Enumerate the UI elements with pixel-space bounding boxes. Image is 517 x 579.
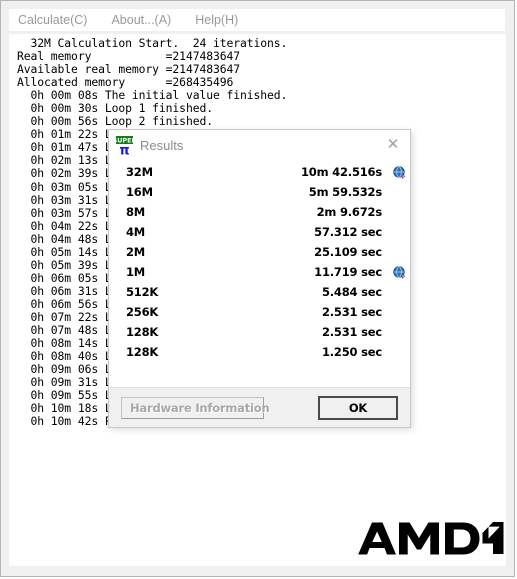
table-row[interactable]: 128K 2.531 sec — [109, 322, 410, 342]
result-time-value: 2.531 sec — [321, 305, 382, 319]
table-row[interactable]: 2M 25.109 sec — [109, 242, 410, 262]
table-row[interactable]: 128K 1.250 sec — [109, 342, 410, 362]
result-size-label: 4M — [126, 225, 146, 239]
result-size-label: 256K — [126, 305, 159, 319]
menu-help[interactable]: Help(H) — [195, 13, 238, 27]
globe-slot — [388, 265, 410, 279]
table-row[interactable]: 512K 5.484 sec — [109, 282, 410, 302]
result-size-label: 128K — [126, 345, 159, 359]
globe-slot — [388, 165, 410, 179]
table-row[interactable]: 16M 5m 59.532s — [109, 182, 410, 202]
result-size-label: 1M — [126, 265, 146, 279]
results-list: 32M 10m 42.516s 16M 5m 59.532s 8M 2m 9.6… — [109, 162, 410, 387]
globe-icon[interactable] — [392, 165, 406, 179]
result-size-label: 128K — [126, 325, 159, 339]
result-time-value: 11.719 sec — [314, 265, 382, 279]
svg-text:π: π — [119, 143, 129, 154]
super-pi-window: Calculate(C) About...(A) Help(H) 32M Cal… — [0, 0, 515, 577]
result-time-value: 2m 9.672s — [316, 205, 383, 219]
table-row[interactable]: 4M 57.312 sec — [109, 222, 410, 242]
menu-calculate[interactable]: Calculate(C) — [18, 13, 87, 27]
hardware-information-button[interactable]: Hardware Information — [121, 396, 270, 419]
close-icon[interactable]: ✕ — [382, 135, 404, 155]
table-row[interactable]: 256K 2.531 sec — [109, 302, 410, 322]
dialog-title: Results — [140, 137, 184, 153]
menu-bar: Calculate(C) About...(A) Help(H) — [9, 9, 505, 31]
result-size-label: 32M — [126, 165, 153, 179]
result-size-label: 16M — [126, 185, 153, 199]
superpi-icon: SUPER π — [116, 135, 133, 155]
result-time-value: 10m 42.516s — [300, 165, 382, 179]
table-row[interactable]: 1M 11.719 sec — [109, 262, 410, 282]
table-row[interactable]: 32M 10m 42.516s — [109, 162, 410, 182]
result-time-value: 1.250 sec — [321, 345, 382, 359]
dialog-titlebar: SUPER π Results ✕ — [109, 130, 410, 160]
result-time-value: 5.484 sec — [321, 285, 382, 299]
menu-about[interactable]: About...(A) — [111, 13, 171, 27]
results-dialog: SUPER π Results ✕ 32M 10m 42.516s — [108, 129, 411, 428]
result-time-value: 57.312 sec — [314, 225, 382, 239]
table-row[interactable]: 8M 2m 9.672s — [109, 202, 410, 222]
result-time-value: 2.531 sec — [321, 325, 382, 339]
result-size-label: 8M — [126, 205, 146, 219]
result-size-label: 512K — [126, 285, 159, 299]
dialog-footer: Hardware Information OK — [109, 387, 410, 427]
result-time-value: 25.109 sec — [314, 245, 382, 259]
globe-icon[interactable] — [392, 265, 406, 279]
ok-button[interactable]: OK — [318, 395, 398, 420]
result-time-value: 5m 59.532s — [308, 185, 382, 199]
result-size-label: 2M — [126, 245, 146, 259]
